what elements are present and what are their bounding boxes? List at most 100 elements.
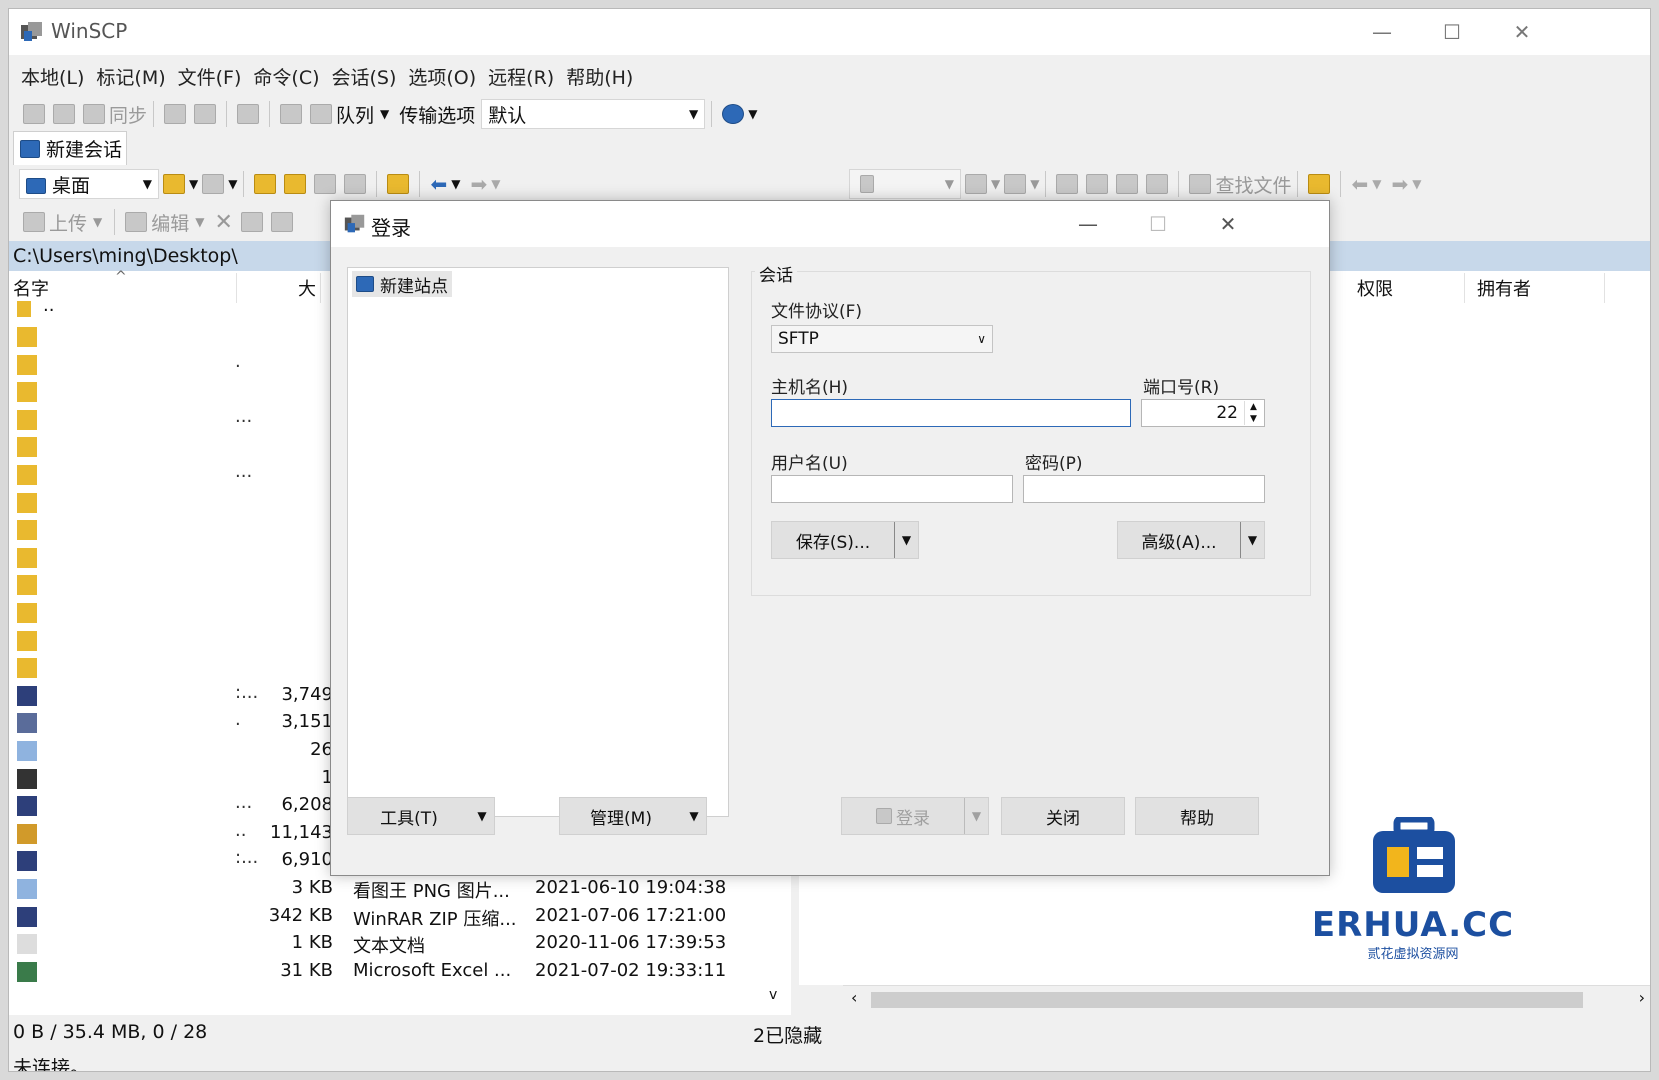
port-input[interactable]: 22 ▲ ▼ <box>1141 399 1265 427</box>
forward-icon[interactable]: ➡ <box>470 172 487 196</box>
open-dropdown-icon[interactable]: ▼ <box>189 177 198 191</box>
back-dropdown-icon[interactable]: ▼ <box>1372 177 1381 191</box>
home-icon[interactable] <box>1116 174 1139 194</box>
table-row[interactable]: 1 KB 文本文档 2020-11-06 17:39:53 <box>13 930 793 958</box>
menu-options[interactable]: 选项(O) <box>408 63 476 90</box>
compare-icon[interactable] <box>23 104 45 124</box>
site-item-new[interactable]: 新建站点 <box>352 271 452 297</box>
edit-icon[interactable] <box>125 212 148 232</box>
root-folder-icon[interactable] <box>284 174 307 194</box>
menu-command[interactable]: 命令(C) <box>253 63 319 90</box>
properties-icon[interactable] <box>270 212 293 232</box>
scrollbar-thumb[interactable] <box>871 992 1583 1008</box>
port-spinner-icon[interactable]: ▲ ▼ <box>1244 401 1262 425</box>
local-location-select[interactable]: 桌面 ▼ <box>19 169 159 199</box>
protocol-select[interactable]: SFTP ∨ <box>771 325 993 353</box>
table-row[interactable]: 342 KB WinRAR ZIP 压缩... 2021-07-06 17:21:0… <box>13 903 793 931</box>
terminal-icon[interactable] <box>164 104 187 124</box>
scroll-down-icon[interactable]: v <box>769 987 777 1003</box>
menu-local[interactable]: 本地(L) <box>21 63 84 90</box>
filter-icon[interactable] <box>202 174 225 194</box>
open-folder-icon[interactable] <box>965 174 987 194</box>
login-button[interactable]: 登录 ▼ <box>841 797 989 835</box>
column-header-permissions[interactable]: 权限 <box>1345 273 1465 303</box>
gear-icon[interactable] <box>280 104 303 124</box>
globe-icon[interactable] <box>722 104 745 124</box>
filter-dropdown-icon[interactable]: ▼ <box>228 177 237 191</box>
queue-icon[interactable] <box>310 104 333 124</box>
putty-icon[interactable] <box>194 104 217 124</box>
menu-remote[interactable]: 远程(R) <box>488 63 554 90</box>
tools-button[interactable]: 工具(T) ▼ <box>347 797 495 835</box>
open-folder-icon[interactable] <box>163 174 185 194</box>
sync-icon[interactable] <box>83 104 105 124</box>
login-dropdown-icon[interactable]: ▼ <box>964 798 988 834</box>
edit-dropdown-icon[interactable]: ▼ <box>195 215 204 229</box>
username-input[interactable] <box>771 475 1013 503</box>
filter-icon[interactable] <box>1004 174 1027 194</box>
parent-folder-icon[interactable] <box>1056 174 1079 194</box>
back-dropdown-icon[interactable]: ▼ <box>451 177 460 191</box>
filter-dropdown-icon[interactable]: ▼ <box>1030 177 1039 191</box>
delete-icon[interactable]: ✕ <box>215 210 233 235</box>
login-maximize-button[interactable]: ☐ <box>1123 201 1193 247</box>
tab-new-session[interactable]: 新建会话 <box>13 131 127 165</box>
minimize-button[interactable]: — <box>1347 9 1417 55</box>
password-input[interactable] <box>1023 475 1265 503</box>
transfer-options-select[interactable]: 默认 ▼ <box>481 99 706 129</box>
close-dialog-button[interactable]: 关闭 <box>1001 797 1125 835</box>
login-close-button[interactable]: ✕ <box>1193 201 1263 247</box>
scroll-right-icon[interactable]: › <box>1639 988 1645 1007</box>
menu-file[interactable]: 文件(F) <box>178 63 242 90</box>
save-dropdown-icon[interactable]: ▼ <box>894 522 918 558</box>
parent-folder-icon[interactable] <box>254 174 277 194</box>
tree-icon[interactable] <box>387 174 410 194</box>
remote-location-select[interactable]: ▼ <box>849 169 961 199</box>
synchronize-browse-icon[interactable] <box>53 104 75 124</box>
forward-dropdown-icon[interactable]: ▼ <box>1412 177 1421 191</box>
table-row[interactable]: 31 KB Microsoft Excel ... 2021-07-02 19:33… <box>13 958 793 986</box>
back-icon[interactable]: ⬅ <box>1351 172 1368 196</box>
globe-dropdown-icon[interactable]: ▼ <box>748 107 757 121</box>
help-button[interactable]: 帮助 <box>1135 797 1259 835</box>
table-row[interactable]: 3 KB 看图王 PNG 图片... 2021-06-10 19:04:38 <box>13 875 793 903</box>
scroll-left-icon[interactable]: ‹ <box>851 988 857 1007</box>
login-minimize-button[interactable]: — <box>1053 201 1123 247</box>
close-button[interactable]: ✕ <box>1487 9 1557 55</box>
host-input[interactable] <box>771 399 1131 427</box>
advanced-dropdown-icon[interactable]: ▼ <box>1240 522 1264 558</box>
site-tree[interactable]: 新建站点 <box>347 267 729 817</box>
queue-label[interactable]: 队列 <box>336 101 374 128</box>
manage-dropdown-icon[interactable]: ▼ <box>682 798 706 834</box>
edit-label[interactable]: 编辑 <box>151 209 189 236</box>
maximize-button[interactable]: ☐ <box>1417 9 1487 55</box>
queue-dropdown-icon[interactable]: ▼ <box>380 107 389 121</box>
home-icon[interactable] <box>314 174 337 194</box>
transfer-icon[interactable] <box>237 104 260 124</box>
menu-session[interactable]: 会话(S) <box>332 63 397 90</box>
menu-help[interactable]: 帮助(H) <box>566 63 633 90</box>
find-files-icon[interactable] <box>1189 174 1212 194</box>
forward-icon[interactable]: ➡ <box>1391 172 1408 196</box>
upload-icon[interactable] <box>23 212 45 232</box>
remote-horizontal-scrollbar[interactable]: ‹ › <box>843 985 1650 1013</box>
column-header-owner[interactable]: 拥有者 <box>1465 273 1605 303</box>
find-files-label[interactable]: 查找文件 <box>1215 171 1291 198</box>
tools-dropdown-icon[interactable]: ▼ <box>470 798 494 834</box>
upload-label[interactable]: 上传 <box>49 209 87 236</box>
refresh-icon[interactable] <box>1146 174 1169 194</box>
open-dropdown-icon[interactable]: ▼ <box>991 177 1000 191</box>
forward-dropdown-icon[interactable]: ▼ <box>491 177 500 191</box>
manage-button[interactable]: 管理(M) ▼ <box>559 797 707 835</box>
upload-dropdown-icon[interactable]: ▼ <box>93 215 102 229</box>
save-button[interactable]: 保存(S)... ▼ <box>771 521 919 559</box>
back-icon[interactable]: ⬅ <box>430 172 447 196</box>
sync-label[interactable]: 同步 <box>109 101 147 128</box>
menu-mark[interactable]: 标记(M) <box>96 63 165 90</box>
rename-icon[interactable] <box>240 212 263 232</box>
refresh-icon[interactable] <box>344 174 367 194</box>
tree-icon[interactable] <box>1308 174 1331 194</box>
advanced-button[interactable]: 高级(A)... ▼ <box>1117 521 1265 559</box>
root-folder-icon[interactable] <box>1086 174 1109 194</box>
file-size: 1 KB <box>291 932 333 954</box>
